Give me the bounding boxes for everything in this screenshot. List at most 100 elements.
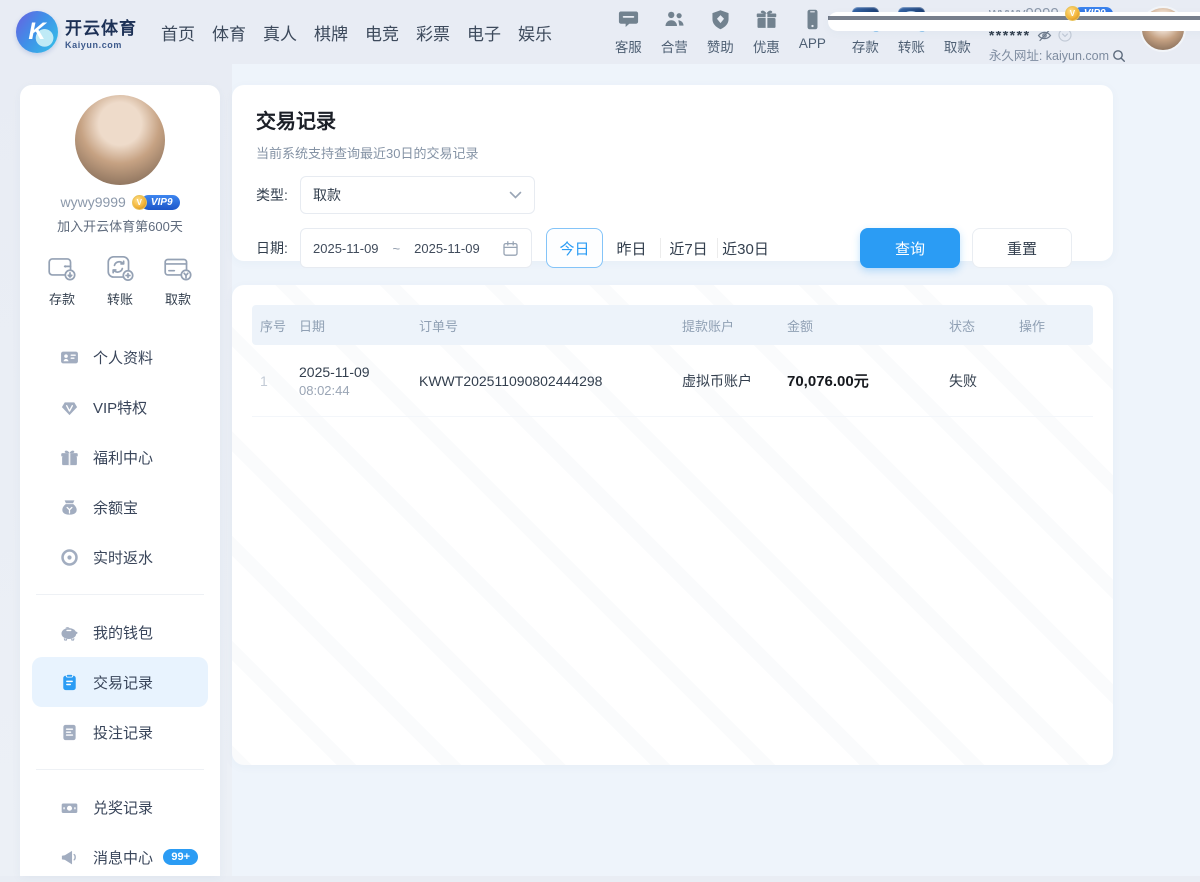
my-wallet-icon: [60, 623, 79, 642]
sponsor-icon: [709, 6, 732, 32]
row-order-no: KWWT202511090802444298: [419, 373, 682, 389]
calendar-icon: [502, 240, 519, 257]
row-amount: 70,076.00元: [787, 370, 949, 391]
vip-medal-icon: [132, 195, 147, 210]
sidebar: wywy9999 VIP9 加入开云体育第600天 存款: [20, 85, 220, 876]
range-7days-button[interactable]: 近7日: [660, 228, 717, 268]
unread-count-badge: 99+: [163, 849, 198, 865]
type-filter-row: 类型: 取款: [256, 176, 1093, 214]
nav-item-sports[interactable]: 体育: [212, 20, 246, 45]
query-button[interactable]: 查询: [860, 228, 960, 268]
profile-avatar[interactable]: [75, 95, 165, 185]
row-datetime: 2025-11-09 08:02:44: [299, 364, 419, 398]
brand-logo[interactable]: 开云体育 Kaiyun.com: [16, 11, 137, 53]
sidebar-quick-actions: 存款 转账 取款: [20, 253, 220, 308]
col-amount: 金额: [787, 316, 949, 335]
sidebar-item-profile[interactable]: 个人资料: [20, 332, 220, 382]
sponsor-button[interactable]: 赞助: [707, 6, 734, 56]
range-yesterday-button[interactable]: 昨日: [603, 228, 660, 268]
header-withdraw-button[interactable]: 取款: [944, 6, 971, 56]
wallet-deposit-icon: [46, 253, 78, 283]
nav-item-lottery[interactable]: 彩票: [416, 20, 450, 45]
quick-deposit-button[interactable]: 存款: [46, 253, 78, 308]
date-filter-row: 日期: 2025-11-09 ~ 2025-11-09 今日 昨日 近7日 近3…: [256, 228, 1093, 268]
welfare-gift-icon: [60, 448, 79, 467]
permanent-url: 永久网址: kaiyun.com: [989, 50, 1109, 63]
menu-divider: [36, 769, 204, 770]
bet-record-icon: [60, 723, 79, 742]
reset-button[interactable]: 重置: [972, 228, 1072, 268]
type-select[interactable]: 取款: [300, 176, 535, 214]
quick-transfer-button[interactable]: 转账: [104, 253, 136, 308]
nav-item-entertainment[interactable]: 娱乐: [518, 20, 552, 45]
date-range-picker[interactable]: 2025-11-09 ~ 2025-11-09: [300, 228, 532, 268]
table-header-row: 序号 日期 订单号 提款账户 金额 状态 操作: [252, 305, 1093, 345]
kaiyun-logo-icon: [16, 11, 58, 53]
range-30days-button[interactable]: 近30日: [717, 228, 774, 268]
search-icon[interactable]: [1112, 49, 1126, 63]
table-row[interactable]: 1 2025-11-09 08:02:44 KWWT20251109080244…: [252, 345, 1093, 417]
partnership-button[interactable]: 合营: [661, 6, 688, 56]
chevron-down-icon: [509, 191, 522, 200]
page-title: 交易记录: [256, 105, 1093, 134]
money-pouch-icon: [60, 498, 79, 517]
quick-withdraw-button[interactable]: 取款: [162, 253, 194, 308]
sidebar-item-transactions[interactable]: 交易记录: [32, 657, 208, 707]
col-date: 日期: [299, 316, 419, 335]
page-subtitle: 当前系统支持查询最近30日的交易记录: [256, 143, 1093, 162]
sidebar-item-messages[interactable]: 消息中心 99+: [20, 832, 220, 882]
col-status: 状态: [949, 316, 1019, 335]
nav-item-slots[interactable]: 电子: [467, 20, 501, 45]
col-action: 操作: [1019, 316, 1093, 335]
type-value: 取款: [313, 185, 509, 205]
rebate-target-icon: [60, 548, 79, 567]
card-withdraw-icon: [162, 253, 194, 283]
promo-button[interactable]: 优惠: [753, 6, 780, 56]
customer-service-icon: [617, 6, 640, 32]
prize-record-icon: [60, 798, 79, 817]
date-label: 日期:: [256, 238, 300, 258]
sidebar-item-welfare[interactable]: 福利中心: [20, 432, 220, 482]
nav-item-home[interactable]: 首页: [161, 20, 195, 45]
range-today-button[interactable]: 今日: [546, 228, 603, 268]
sidebar-item-bets[interactable]: 投注记录: [20, 707, 220, 757]
sidebar-item-vip[interactable]: VIP特权: [20, 382, 220, 432]
sidebar-item-prizes[interactable]: 兑奖记录: [20, 782, 220, 832]
customer-service-button[interactable]: 客服: [615, 6, 642, 56]
top-header: 开云体育 Kaiyun.com 首页 体育 真人 棋牌 电竞 彩票 电子 娱乐 …: [0, 0, 1200, 64]
partnership-icon: [663, 6, 686, 32]
profile-card-icon: [60, 348, 79, 367]
col-seq: 序号: [252, 316, 299, 335]
nav-item-chess[interactable]: 棋牌: [314, 20, 348, 45]
sidebar-item-yuebao[interactable]: 余额宝: [20, 482, 220, 532]
sidebar-item-rebate[interactable]: 实时返水: [20, 532, 220, 582]
row-seq: 1: [252, 373, 299, 389]
app-icon: [801, 6, 824, 32]
app-download-button[interactable]: APP: [799, 6, 826, 51]
date-end: 2025-11-09: [414, 241, 480, 256]
sidebar-menu: 个人资料 VIP特权 福利中心 余额宝 实时返水 我的钱包: [20, 332, 220, 882]
row-status: 失败: [949, 371, 1019, 391]
col-account: 提款账户: [682, 316, 787, 335]
main-nav: 首页 体育 真人 棋牌 电竞 彩票 电子 娱乐: [161, 20, 552, 45]
brand-domain: Kaiyun.com: [65, 40, 137, 50]
sidebar-item-wallet[interactable]: 我的钱包: [20, 607, 220, 657]
vip-medal-icon: [1065, 6, 1080, 21]
message-center-icon: [60, 848, 79, 867]
profile-username: wywy9999: [60, 194, 125, 210]
transaction-record-icon: [60, 673, 79, 692]
joined-days-text: 加入开云体育第600天: [20, 216, 220, 235]
date-start: 2025-11-09: [313, 241, 379, 256]
date-separator: ~: [393, 241, 401, 256]
vip-diamond-icon: [60, 398, 79, 417]
nav-item-esports[interactable]: 电竞: [365, 20, 399, 45]
col-order-no: 订单号: [419, 316, 682, 335]
profile-vip-badge: VIP9: [132, 195, 180, 210]
row-account: 虚拟币账户: [682, 371, 787, 391]
type-label: 类型:: [256, 185, 300, 205]
nav-item-live[interactable]: 真人: [263, 20, 297, 45]
page: 开云体育 Kaiyun.com 首页 体育 真人 棋牌 电竞 彩票 电子 娱乐 …: [0, 0, 1200, 876]
transfer-arrows-icon: [104, 253, 136, 283]
header-right: 客服 合营 赞助 优惠: [596, 6, 1186, 63]
results-table-card: 序号 日期 订单号 提款账户 金额 状态 操作 1 2025-11-09 08:…: [232, 285, 1113, 765]
